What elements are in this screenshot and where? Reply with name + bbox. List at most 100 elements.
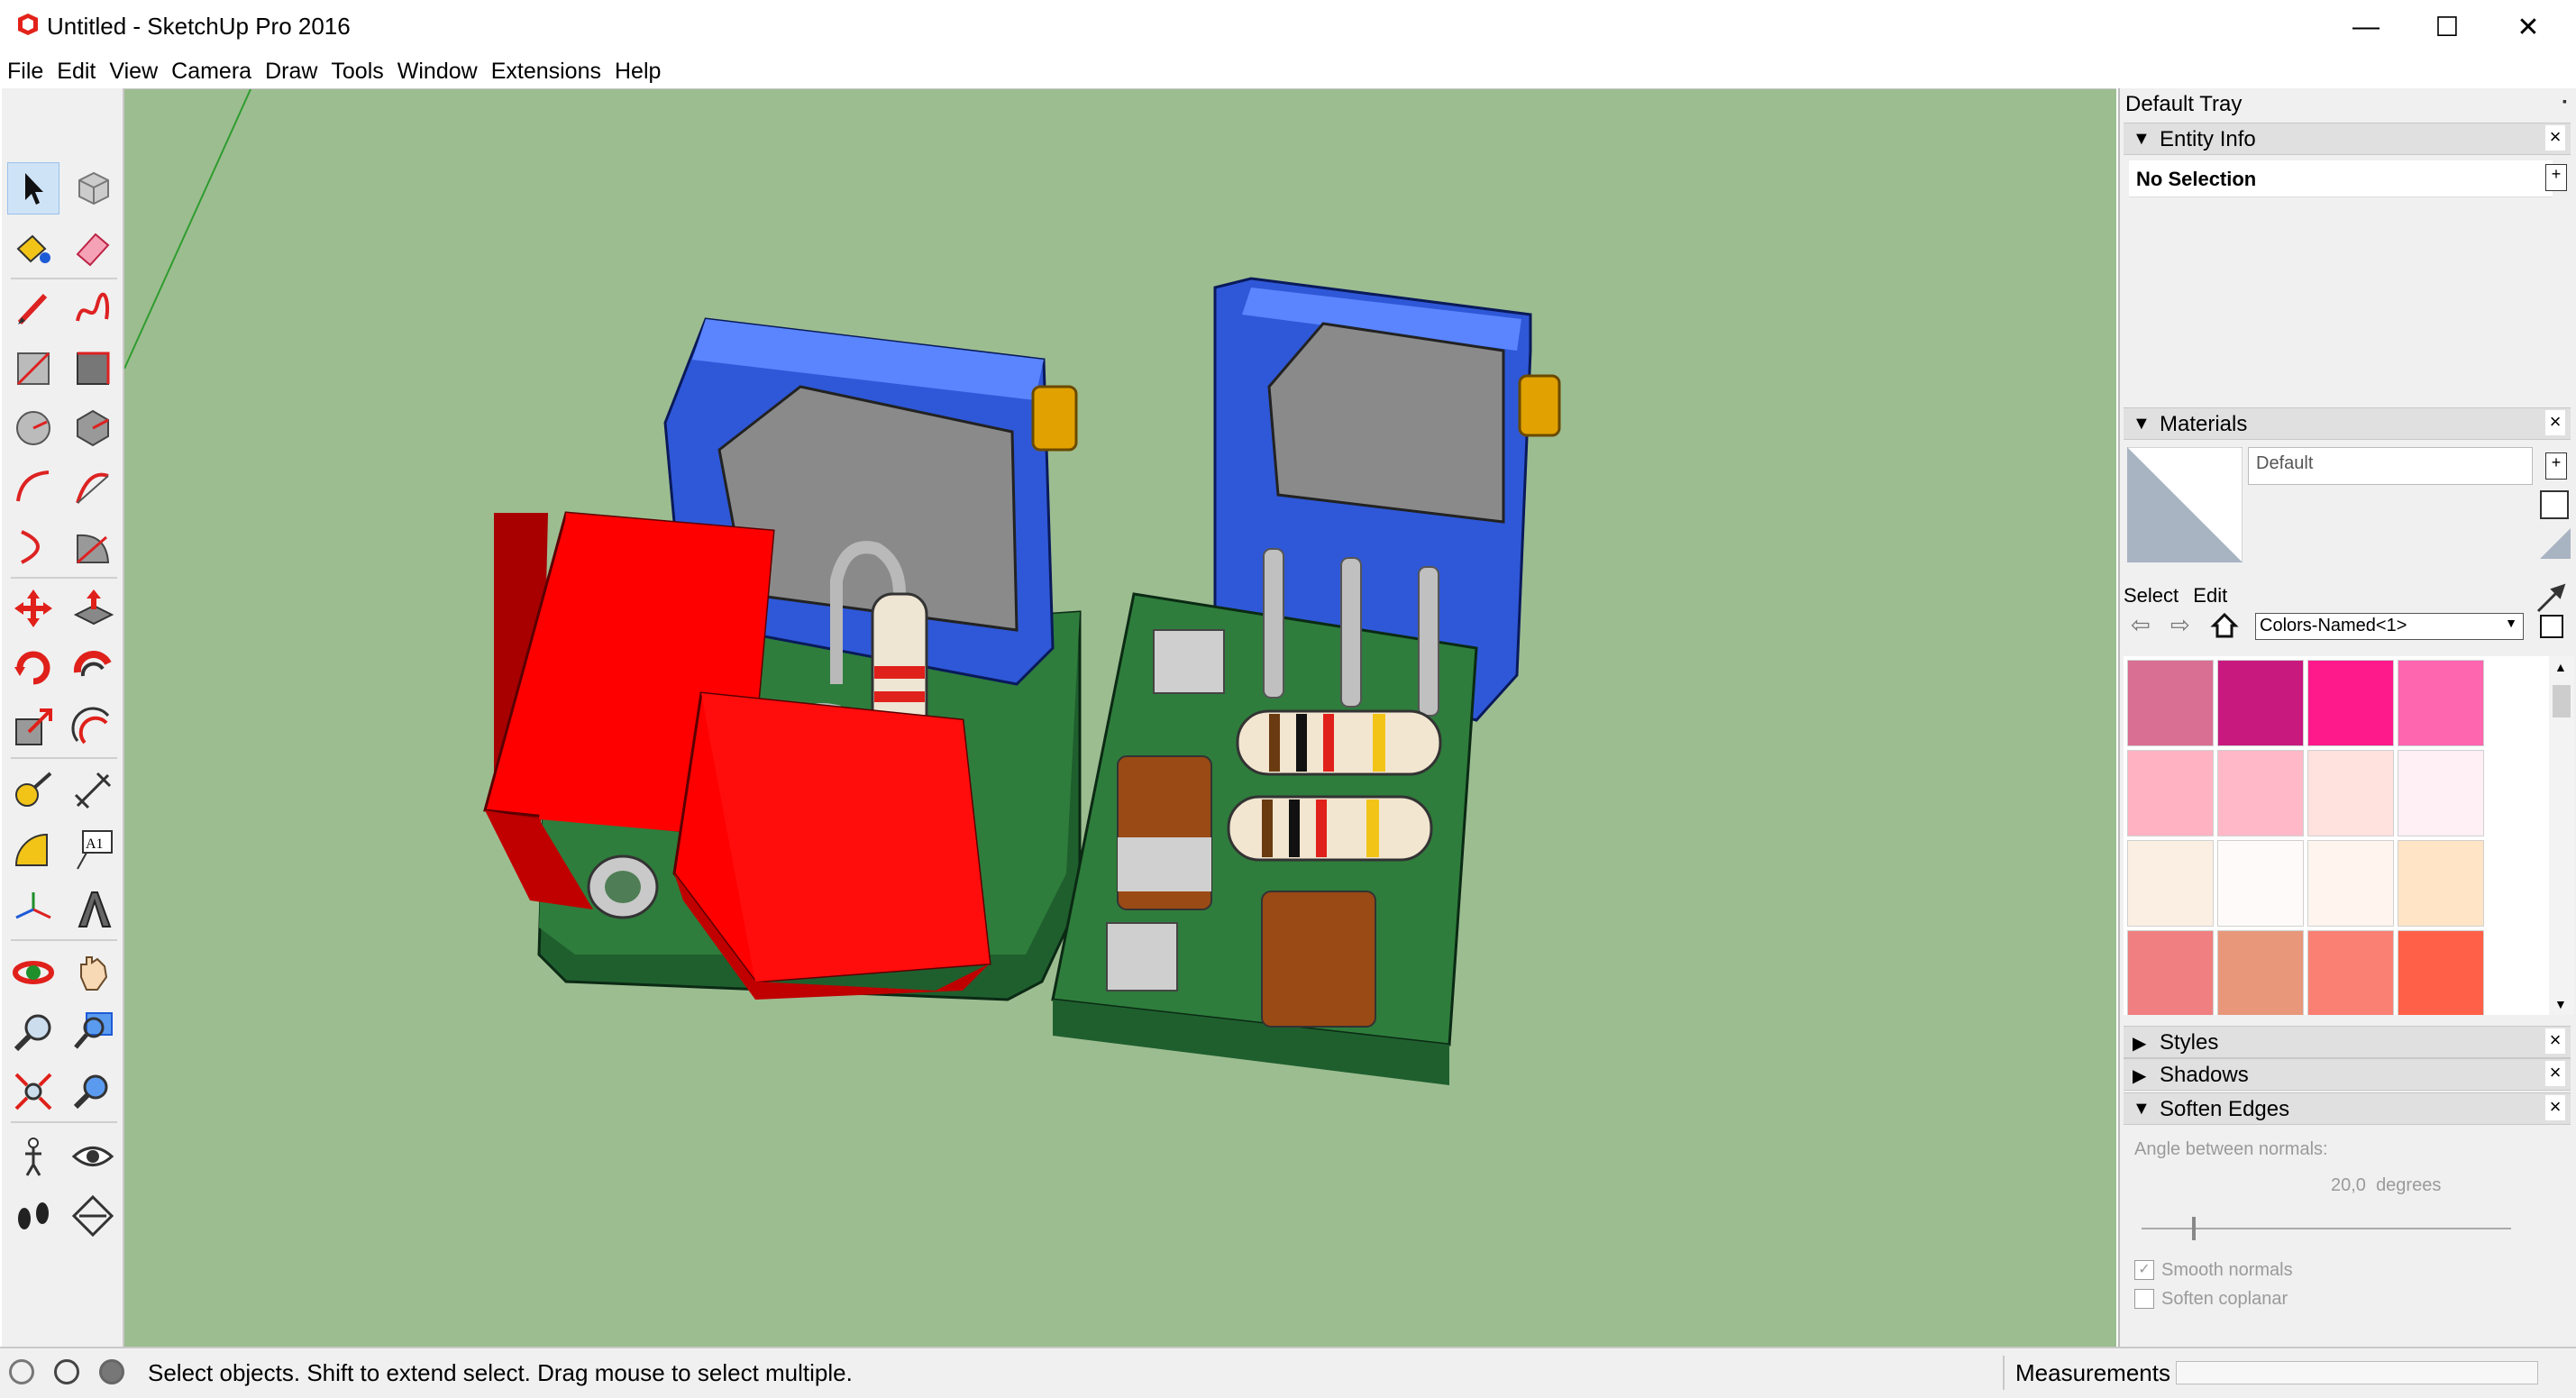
- text-tool-button[interactable]: A1: [67, 824, 119, 876]
- material-swatch[interactable]: [2127, 840, 2214, 927]
- zoom-window-button[interactable]: [67, 1006, 119, 1058]
- eraser-button[interactable]: [67, 222, 119, 274]
- material-swatch[interactable]: [2217, 750, 2304, 836]
- menu-help[interactable]: Help: [607, 54, 667, 88]
- menu-camera[interactable]: Camera: [164, 54, 258, 88]
- swatch-scrollbar[interactable]: ▲ ▼: [2549, 656, 2574, 1015]
- 3d-text-button[interactable]: [67, 883, 119, 936]
- material-swatch[interactable]: [2307, 750, 2394, 836]
- walk-tool-button[interactable]: [7, 1190, 59, 1242]
- menu-extensions[interactable]: Extensions: [484, 54, 607, 88]
- material-swatch[interactable]: [2127, 660, 2214, 746]
- measurements-input[interactable]: [2176, 1361, 2538, 1384]
- menu-draw[interactable]: Draw: [258, 54, 324, 88]
- move-tool-button[interactable]: [7, 582, 59, 635]
- material-swatch[interactable]: [2217, 840, 2304, 927]
- material-swatch[interactable]: [2127, 930, 2214, 1015]
- material-swatch[interactable]: [2127, 750, 2214, 836]
- eyedropper-icon[interactable]: [2535, 582, 2567, 615]
- close-panel-icon[interactable]: ×: [2545, 1095, 2565, 1120]
- shadows-header[interactable]: ▶ Shadows ×: [2124, 1058, 2571, 1091]
- close-panel-icon[interactable]: ×: [2545, 125, 2565, 151]
- entity-info-header[interactable]: ▼ Entity Info ×: [2124, 123, 2571, 155]
- material-swatch[interactable]: [2307, 930, 2394, 1015]
- user-account-icon[interactable]: [99, 1359, 124, 1384]
- model-viewport[interactable]: [124, 88, 2116, 1348]
- paint-default-icon[interactable]: [2540, 528, 2571, 559]
- section-plane-button[interactable]: [67, 1190, 119, 1242]
- close-button[interactable]: ✕: [2489, 4, 2567, 50]
- dimension-tool-button[interactable]: [67, 764, 119, 817]
- position-camera-icon: [25, 1138, 41, 1176]
- zoom-tool-button[interactable]: [7, 1006, 59, 1058]
- smooth-normals-checkbox[interactable]: ✓: [2134, 1260, 2154, 1280]
- close-panel-icon[interactable]: ×: [2545, 1061, 2565, 1086]
- close-panel-icon[interactable]: ×: [2545, 1028, 2565, 1054]
- angle-slider-track[interactable]: [2142, 1228, 2511, 1229]
- menu-window[interactable]: Window: [390, 54, 484, 88]
- material-name-field[interactable]: Default: [2248, 447, 2533, 485]
- sample-paint-icon[interactable]: [2540, 490, 2569, 519]
- offset-tool-button[interactable]: [67, 701, 119, 754]
- create-material-icon[interactable]: +: [2545, 452, 2567, 480]
- materials-header[interactable]: ▼ Materials ×: [2124, 407, 2571, 440]
- circle-tool-button[interactable]: [7, 402, 59, 454]
- follow-me-button[interactable]: [67, 642, 119, 694]
- soften-edges-header[interactable]: ▼ Soften Edges ×: [2124, 1092, 2571, 1125]
- close-panel-icon[interactable]: ×: [2545, 410, 2565, 435]
- menu-view[interactable]: View: [102, 54, 164, 88]
- back-arrow-icon[interactable]: ⇦: [2131, 611, 2151, 639]
- material-library-select[interactable]: Colors-Named<1> ▼: [2255, 613, 2524, 640]
- geolocation-icon[interactable]: [9, 1359, 34, 1384]
- credits-icon[interactable]: [54, 1359, 79, 1384]
- maximize-icon: ☐: [2434, 12, 2460, 42]
- tab-select[interactable]: Select: [2124, 584, 2179, 607]
- maximize-button[interactable]: ☐: [2408, 4, 2486, 50]
- scale-tool-button[interactable]: [7, 701, 59, 754]
- arc-tool-button[interactable]: [7, 461, 59, 514]
- pan-tool-button[interactable]: [67, 946, 119, 999]
- material-swatch[interactable]: [2217, 930, 2304, 1015]
- material-swatch[interactable]: [2398, 840, 2484, 927]
- styles-header[interactable]: ▶ Styles ×: [2124, 1026, 2571, 1058]
- tape-measure-button[interactable]: [7, 764, 59, 817]
- orbit-tool-button[interactable]: [7, 946, 59, 999]
- menu-tools[interactable]: Tools: [324, 54, 389, 88]
- rotate-tool-button[interactable]: [7, 642, 59, 694]
- details-menu-icon[interactable]: [2540, 615, 2563, 638]
- polygon-tool-button[interactable]: [67, 402, 119, 454]
- axes-tool-button[interactable]: [7, 883, 59, 936]
- two-point-arc-button[interactable]: [67, 461, 119, 514]
- protractor-button[interactable]: [7, 824, 59, 876]
- rectangle-tool-button[interactable]: [7, 343, 59, 395]
- rotated-rectangle-button[interactable]: [67, 343, 119, 395]
- material-swatch[interactable]: [2307, 660, 2394, 746]
- forward-arrow-icon[interactable]: ⇨: [2170, 611, 2190, 639]
- entity-expand-icon[interactable]: +: [2545, 164, 2567, 191]
- previous-view-button[interactable]: [67, 1065, 119, 1118]
- menu-file[interactable]: File: [0, 54, 50, 88]
- material-swatch[interactable]: [2398, 930, 2484, 1015]
- pin-icon[interactable]: ▪: [2562, 94, 2567, 108]
- position-camera-button[interactable]: [7, 1130, 59, 1183]
- line-tool-button[interactable]: [7, 283, 59, 335]
- pie-tool-button[interactable]: [67, 521, 119, 573]
- freehand-tool-button[interactable]: [67, 283, 119, 335]
- material-swatch[interactable]: [2398, 660, 2484, 746]
- material-swatch[interactable]: [2398, 750, 2484, 836]
- select-tool-button[interactable]: [7, 162, 59, 215]
- angle-slider-thumb[interactable]: [2192, 1217, 2196, 1240]
- home-icon[interactable]: [2210, 611, 2239, 640]
- material-swatch[interactable]: [2307, 840, 2394, 927]
- zoom-extents-button[interactable]: [7, 1065, 59, 1118]
- menu-edit[interactable]: Edit: [50, 54, 102, 88]
- tab-edit[interactable]: Edit: [2193, 584, 2227, 607]
- soften-coplanar-checkbox[interactable]: [2134, 1289, 2154, 1309]
- make-component-button[interactable]: [67, 162, 119, 215]
- three-point-arc-button[interactable]: [7, 521, 59, 573]
- material-swatch[interactable]: [2217, 660, 2304, 746]
- look-around-button[interactable]: [67, 1130, 119, 1183]
- paint-bucket-button[interactable]: [7, 222, 59, 274]
- push-pull-button[interactable]: [67, 582, 119, 635]
- minimize-button[interactable]: —: [2327, 4, 2405, 50]
